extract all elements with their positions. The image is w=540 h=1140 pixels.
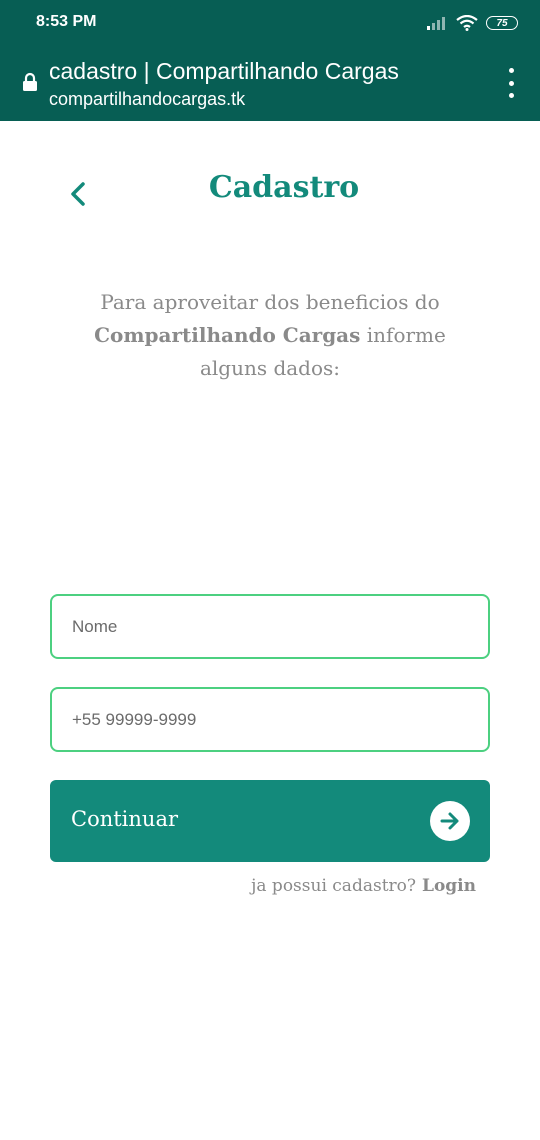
login-prompt: ja possui cadastro? <box>251 876 416 896</box>
phone-input[interactable] <box>52 689 488 750</box>
signal-icon <box>427 17 445 30</box>
status-time: 8:53 PM <box>36 13 97 30</box>
lock-icon <box>23 72 37 91</box>
menu-icon[interactable] <box>504 68 518 98</box>
login-row: ja possui cadastro? Login <box>251 876 476 896</box>
battery-level: 75 <box>496 17 508 29</box>
browser-page-title: cadastro | Compartilhando Cargas <box>49 58 399 84</box>
login-link[interactable]: Login <box>422 876 476 896</box>
browser-domain: compartilhandocargas.tk <box>49 89 246 109</box>
wifi-icon <box>456 15 478 31</box>
phone-field[interactable] <box>50 687 490 752</box>
battery-icon: 75 <box>486 16 518 30</box>
intro-line-2-suffix: informe <box>360 323 446 347</box>
status-icons: 75 <box>426 12 518 34</box>
browser-url-bar[interactable]: cadastro | Compartilhando Cargas compart… <box>0 46 540 121</box>
intro-text: Para aproveitar dos beneficios do Compar… <box>60 286 480 385</box>
name-field[interactable] <box>50 594 490 659</box>
name-input[interactable] <box>52 596 488 657</box>
status-bar: 8:53 PM 75 <box>0 0 540 46</box>
intro-brand: Compartilhando Cargas <box>94 323 361 347</box>
continue-label: Continuar <box>71 807 178 831</box>
page-title: Cadastro <box>208 170 360 205</box>
intro-line-3: alguns dados: <box>199 356 341 380</box>
intro-line-1: Para aproveitar dos beneficios do <box>100 290 440 314</box>
arrow-right-icon <box>430 801 470 841</box>
continue-button[interactable]: Continuar <box>50 780 490 862</box>
